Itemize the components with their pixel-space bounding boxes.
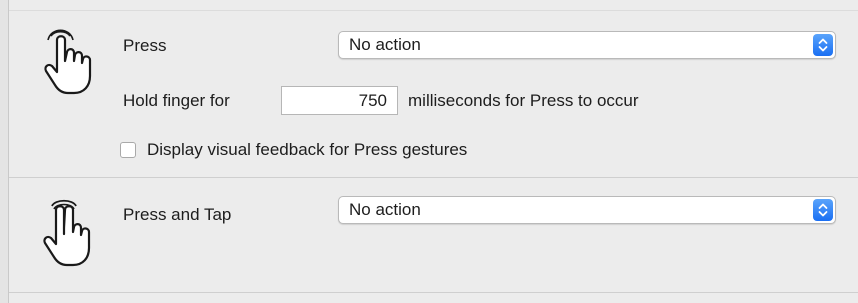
section-divider	[9, 177, 858, 178]
panel-left-border	[0, 0, 9, 303]
visual-feedback-checkbox[interactable]	[120, 142, 136, 158]
visual-feedback-label[interactable]: Display visual feedback for Press gestur…	[147, 140, 467, 160]
press-and-tap-action-value: No action	[349, 200, 421, 219]
chevron-updown-icon	[813, 34, 833, 56]
hold-duration-value: 750	[358, 91, 387, 110]
press-and-tap-label: Press and Tap	[123, 205, 232, 224]
bottom-divider	[9, 292, 858, 293]
gesture-settings-panel: Press No action Hold finger for 750 mill…	[0, 0, 858, 303]
two-finger-press-tap-icon	[40, 198, 98, 268]
one-finger-press-icon	[40, 28, 98, 98]
press-and-tap-action-popup[interactable]: No action	[338, 196, 836, 224]
press-action-popup[interactable]: No action	[338, 31, 836, 59]
press-action-value: No action	[349, 35, 421, 54]
hold-finger-label: Hold finger for	[123, 91, 230, 110]
milliseconds-label: milliseconds for Press to occur	[408, 91, 639, 110]
hold-duration-field[interactable]: 750	[281, 86, 398, 115]
top-divider	[9, 10, 858, 11]
chevron-updown-icon	[813, 199, 833, 221]
press-label: Press	[123, 36, 167, 55]
